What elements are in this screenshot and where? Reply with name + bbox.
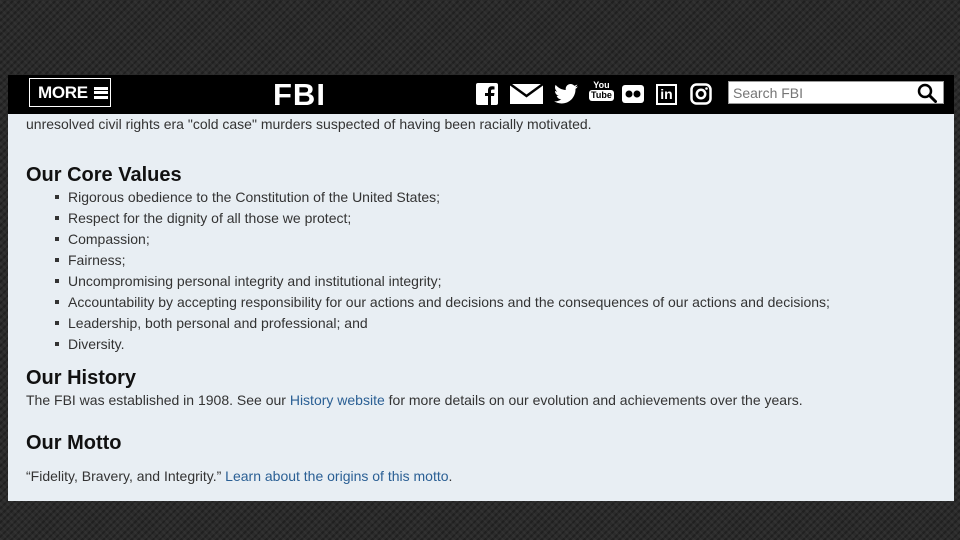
- core-values-heading: Our Core Values: [26, 164, 182, 186]
- flickr-icon[interactable]: [622, 82, 644, 106]
- more-menu-button[interactable]: MORE: [29, 78, 111, 107]
- truncated-paragraph: unresolved civil rights era "cold case" …: [26, 116, 592, 132]
- hamburger-icon: [93, 86, 108, 99]
- youtube-icon[interactable]: You Tube: [589, 80, 614, 108]
- history-heading: Our History: [26, 367, 137, 389]
- history-text-after: for more details on our evolution and ac…: [384, 392, 803, 408]
- list-item: Diversity.: [26, 334, 830, 355]
- search-box: [728, 81, 944, 104]
- search-icon[interactable]: [917, 83, 937, 108]
- motto-origins-link[interactable]: Learn about the origins of this motto: [225, 468, 448, 484]
- more-label: MORE: [38, 82, 88, 102]
- motto-paragraph: “Fidelity, Bravery, and Integrity.” Lear…: [26, 468, 452, 484]
- top-navbar: MORE FBI You Tube in Search FBI: [8, 75, 954, 114]
- facebook-icon[interactable]: [476, 82, 498, 106]
- motto-end: .: [448, 468, 453, 484]
- linkedin-icon[interactable]: in: [656, 82, 677, 106]
- browser-viewport: MORE FBI You Tube in Search FBI unresolv…: [8, 75, 954, 501]
- twitter-icon[interactable]: [554, 82, 578, 106]
- history-website-link[interactable]: History website: [290, 392, 385, 408]
- list-item: Rigorous obedience to the Constitution o…: [26, 187, 830, 208]
- motto-quote: “Fidelity, Bravery, and Integrity.”: [26, 468, 226, 484]
- list-item: Compassion;: [26, 229, 830, 250]
- email-icon[interactable]: [510, 82, 543, 106]
- youtube-bottom-text: Tube: [589, 90, 614, 101]
- instagram-icon[interactable]: [690, 82, 712, 106]
- core-values-list: Rigorous obedience to the Constitution o…: [26, 187, 830, 355]
- motto-heading: Our Motto: [26, 432, 122, 454]
- list-item: Uncompromising personal integrity and in…: [26, 271, 830, 292]
- linkedin-text: in: [656, 83, 677, 105]
- history-paragraph: The FBI was established in 1908. See our…: [26, 392, 803, 408]
- youtube-top-text: You: [593, 80, 610, 90]
- list-item: Leadership, both personal and profession…: [26, 313, 830, 334]
- list-item: Fairness;: [26, 250, 830, 271]
- list-item: Accountability by accepting responsibili…: [26, 292, 830, 313]
- fbi-logo[interactable]: FBI: [273, 77, 326, 113]
- history-text-before: The FBI was established in 1908. See our: [26, 392, 290, 408]
- list-item: Respect for the dignity of all those we …: [26, 208, 830, 229]
- search-input[interactable]: [729, 82, 907, 103]
